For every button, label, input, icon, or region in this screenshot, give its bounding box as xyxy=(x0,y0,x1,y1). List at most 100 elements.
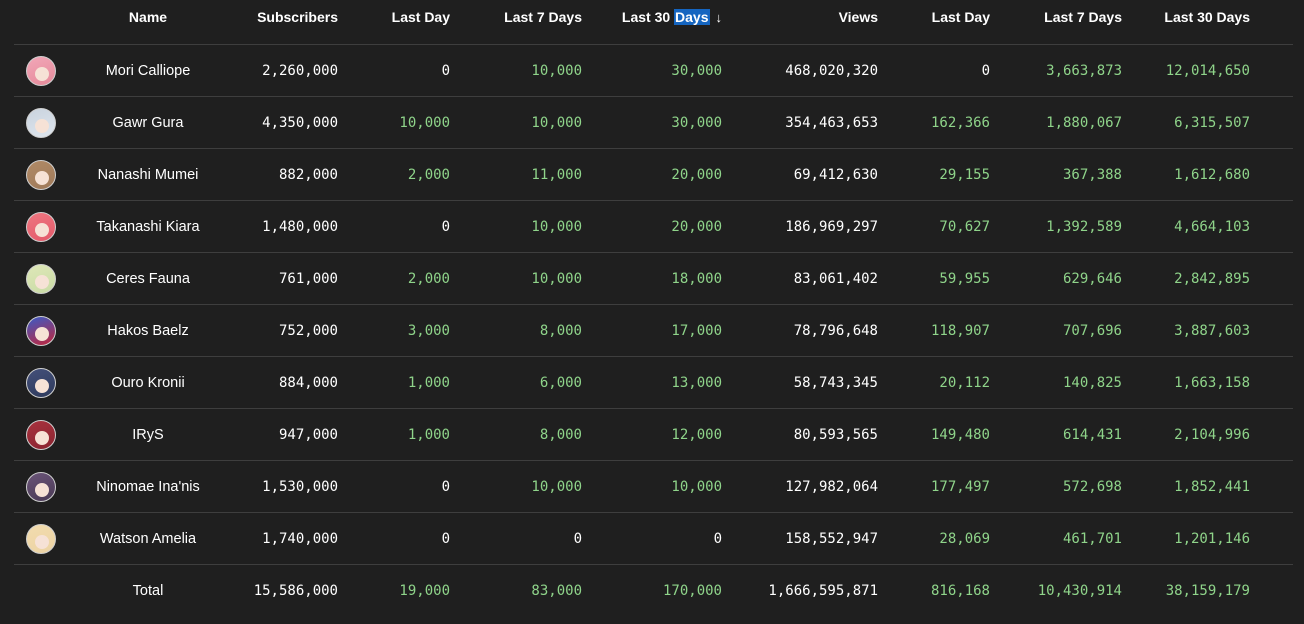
avatar-cell xyxy=(14,253,68,304)
avatar[interactable] xyxy=(26,367,56,398)
header-name[interactable]: Name xyxy=(68,0,228,44)
cell-sub-last-7-days: 10,000 xyxy=(531,62,582,79)
cell-subscribers: 4,350,000 xyxy=(262,114,338,131)
avatar-cell xyxy=(14,45,68,96)
cell-sub-last-7-days: 6,000 xyxy=(539,374,582,391)
cell-sub-last-day: 0 xyxy=(441,62,450,79)
header-view-last-30-days[interactable]: Last 30 Days xyxy=(1122,0,1250,44)
cell-view-last-day: 118,907 xyxy=(930,322,990,339)
total-label: Total xyxy=(132,583,164,599)
cell-sub-last-30-days: 30,000 xyxy=(671,62,722,79)
avatar-cell xyxy=(14,461,68,512)
cell-sub-last-30-days: 0 xyxy=(713,530,722,547)
header-sub-last-7-days[interactable]: Last 7 Days xyxy=(450,0,582,44)
cell-view-last-7-days: 614,431 xyxy=(1062,426,1122,443)
cell-sub-last-day: 0 xyxy=(441,478,450,495)
avatar-cell xyxy=(14,149,68,200)
table-row: Ninomae Ina'nis 1,530,000 0 10,000 10,000 127… xyxy=(14,461,1293,513)
table-row: Mori Calliope 2,260,000 0 10,000 30,000 468,0… xyxy=(14,45,1293,97)
avatar-face xyxy=(35,378,49,393)
cell-view-last-day: 70,627 xyxy=(939,218,990,235)
cell-view-last-day: 29,155 xyxy=(939,166,990,183)
cell-sub-last-7-days: 10,000 xyxy=(531,114,582,131)
cell-view-last-30-days: 1,852,441 xyxy=(1174,478,1250,495)
avatar[interactable] xyxy=(26,419,56,450)
avatar-cell xyxy=(14,357,68,408)
cell-view-last-30-days: 1,201,146 xyxy=(1174,530,1250,547)
avatar[interactable] xyxy=(26,159,56,190)
avatar-face xyxy=(35,170,49,185)
cell-subscribers: 882,000 xyxy=(278,166,338,183)
member-name[interactable]: Ceres Fauna xyxy=(68,253,228,304)
table-header: Name Subscribers Last Day Last 7 Days La… xyxy=(14,0,1293,45)
cell-views: 80,593,565 xyxy=(793,426,878,443)
avatar[interactable] xyxy=(26,211,56,242)
header-sub-last-30-prefix: Last 30 xyxy=(621,9,675,25)
member-name[interactable]: Ouro Kronii xyxy=(68,357,228,408)
avatar-face xyxy=(35,482,49,497)
total-sub-last-day: 19,000 xyxy=(399,583,450,599)
cell-sub-last-day: 1,000 xyxy=(407,426,450,443)
avatar[interactable] xyxy=(26,523,56,554)
cell-sub-last-30-days: 30,000 xyxy=(671,114,722,131)
cell-view-last-7-days: 140,825 xyxy=(1062,374,1122,391)
avatar-cell xyxy=(14,409,68,460)
avatar[interactable] xyxy=(26,107,56,138)
header-sub-last-30-days[interactable]: Last 30 Days ↓ xyxy=(582,0,722,44)
cell-sub-last-day: 3,000 xyxy=(407,322,450,339)
table-row: Watson Amelia 1,740,000 0 0 0 158,552,947 28,0… xyxy=(14,513,1293,565)
avatar-cell xyxy=(14,97,68,148)
cell-views: 186,969,297 xyxy=(785,218,878,235)
cell-views: 468,020,320 xyxy=(785,62,878,79)
cell-sub-last-day: 2,000 xyxy=(407,270,450,287)
avatar[interactable] xyxy=(26,55,56,86)
avatar-face xyxy=(35,326,49,341)
cell-sub-last-30-days: 17,000 xyxy=(671,322,722,339)
avatar[interactable] xyxy=(26,315,56,346)
table-row: Ceres Fauna 761,000 2,000 10,000 18,000 83,06… xyxy=(14,253,1293,305)
table-row: Takanashi Kiara 1,480,000 0 10,000 20,000 186… xyxy=(14,201,1293,253)
member-name[interactable]: Gawr Gura xyxy=(68,97,228,148)
member-name[interactable]: Ninomae Ina'nis xyxy=(68,461,228,512)
header-sub-last-day[interactable]: Last Day xyxy=(338,0,450,44)
header-views[interactable]: Views xyxy=(722,0,878,44)
cell-sub-last-7-days: 8,000 xyxy=(539,322,582,339)
cell-sub-last-day: 0 xyxy=(441,218,450,235)
cell-view-last-day: 0 xyxy=(981,62,990,79)
cell-view-last-30-days: 4,664,103 xyxy=(1174,218,1250,235)
member-name[interactable]: Watson Amelia xyxy=(68,513,228,564)
cell-sub-last-7-days: 10,000 xyxy=(531,478,582,495)
avatar-face xyxy=(35,430,49,445)
total-subscribers: 15,586,000 xyxy=(253,583,338,599)
cell-views: 354,463,653 xyxy=(785,114,878,131)
avatar[interactable] xyxy=(26,471,56,502)
header-view-last-day[interactable]: Last Day xyxy=(878,0,990,44)
cell-subscribers: 1,530,000 xyxy=(262,478,338,495)
cell-view-last-30-days: 2,104,996 xyxy=(1174,426,1250,443)
member-name[interactable]: Mori Calliope xyxy=(68,45,228,96)
cell-view-last-7-days: 629,646 xyxy=(1062,270,1122,287)
member-name[interactable]: IRyS xyxy=(68,409,228,460)
header-view-last-7-days[interactable]: Last 7 Days xyxy=(990,0,1122,44)
cell-views: 127,982,064 xyxy=(785,478,878,495)
member-name[interactable]: Nanashi Mumei xyxy=(68,149,228,200)
cell-sub-last-30-days: 10,000 xyxy=(671,478,722,495)
cell-sub-last-7-days: 11,000 xyxy=(531,166,582,183)
member-name[interactable]: Takanashi Kiara xyxy=(68,201,228,252)
header-avatar-spacer xyxy=(14,0,68,44)
cell-view-last-30-days: 3,887,603 xyxy=(1174,322,1250,339)
table-row: Nanashi Mumei 882,000 2,000 11,000 20,000 69,… xyxy=(14,149,1293,201)
total-row: Total 15,586,000 19,000 83,000 170,000 1… xyxy=(14,565,1293,617)
total-views: 1,666,595,871 xyxy=(768,583,878,599)
cell-view-last-day: 162,366 xyxy=(930,114,990,131)
cell-views: 58,743,345 xyxy=(793,374,878,391)
header-subscribers[interactable]: Subscribers xyxy=(228,0,338,44)
avatar[interactable] xyxy=(26,263,56,294)
header-sub-last-30-selected-text: Days xyxy=(674,9,710,25)
cell-sub-last-day: 2,000 xyxy=(407,166,450,183)
member-name[interactable]: Hakos Baelz xyxy=(68,305,228,356)
cell-sub-last-7-days: 10,000 xyxy=(531,218,582,235)
cell-view-last-day: 59,955 xyxy=(939,270,990,287)
avatar-face xyxy=(35,274,49,289)
cell-sub-last-30-days: 18,000 xyxy=(671,270,722,287)
